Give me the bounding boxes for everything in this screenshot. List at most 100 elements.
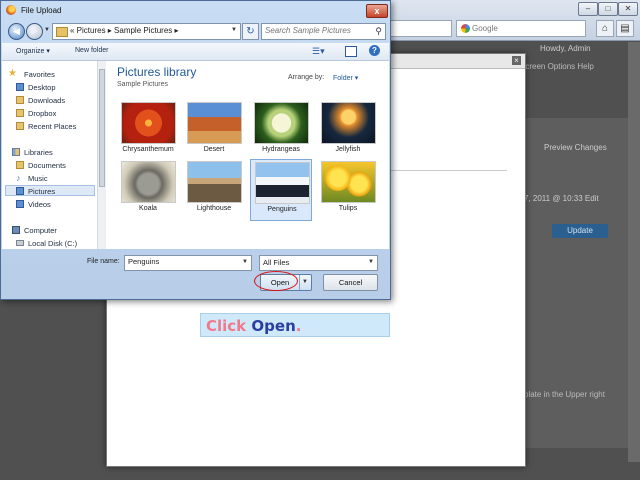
- instruction-callout: Click Open.: [200, 313, 390, 337]
- file-thumbnail[interactable]: Jellyfish: [317, 100, 379, 162]
- nav-pictures[interactable]: Pictures: [16, 187, 55, 196]
- file-name-label: Tulips: [338, 205, 358, 212]
- music-icon: ♪: [16, 173, 21, 183]
- file-thumbnail[interactable]: Desert: [183, 100, 245, 162]
- file-name-input[interactable]: [128, 257, 236, 266]
- arrange-by-label: Arrange by:: [288, 74, 325, 81]
- file-name-label: Koala: [139, 205, 157, 212]
- file-name-field-label: File name:: [87, 258, 120, 265]
- file-name-combobox[interactable]: ▼: [124, 255, 252, 271]
- address-path[interactable]: « Pictures ▸ Sample Pictures ▸: [70, 26, 179, 35]
- help-icon[interactable]: ?: [369, 45, 380, 56]
- file-upload-dialog: File Upload x ◀ ▶ ▼ « Pictures ▸ Sample …: [0, 0, 391, 300]
- dialog-close-button[interactable]: x: [366, 4, 388, 18]
- change-view-icon[interactable]: ☰▾: [312, 46, 325, 57]
- arrange-by-dropdown[interactable]: Folder ▾: [333, 74, 358, 82]
- organize-button[interactable]: Organize ▾: [16, 47, 50, 55]
- minimize-button[interactable]: –: [578, 2, 598, 16]
- hint-text: plate in the Upper right: [524, 390, 605, 399]
- dialog-body: ★ Favorites Desktop Downloads Dropbox Rec…: [2, 61, 389, 249]
- web-search-box[interactable]: Google: [456, 20, 586, 37]
- file-type-select[interactable]: All Files ▼: [259, 255, 378, 271]
- nav-scrollbar-thumb[interactable]: [99, 69, 105, 187]
- home-icon[interactable]: ⌂: [596, 20, 614, 37]
- screen-options-tabs[interactable]: Screen Options Help: [520, 62, 594, 71]
- file-name-label: Desert: [203, 146, 225, 153]
- admin-greeting[interactable]: Howdy, Admin: [540, 44, 591, 53]
- folder-icon: [56, 27, 68, 37]
- downloads-folder-icon: [16, 96, 24, 104]
- disk-icon: [16, 240, 24, 246]
- file-name-label: Jellyfish: [335, 146, 361, 153]
- file-type-value: All Files: [263, 258, 290, 267]
- cancel-button[interactable]: Cancel: [323, 274, 378, 291]
- nav-music[interactable]: ♪ Music: [16, 173, 48, 183]
- pictures-icon: [16, 187, 24, 195]
- search-box[interactable]: ⚲: [261, 23, 386, 40]
- google-icon: [461, 24, 470, 33]
- penguins-image: [255, 162, 310, 204]
- page-scrollbar[interactable]: [628, 42, 640, 462]
- dropbox-folder-icon: [16, 109, 24, 117]
- file-name-label: Lighthouse: [196, 205, 232, 212]
- navigation-pane: ★ Favorites Desktop Downloads Dropbox Rec…: [2, 61, 97, 249]
- dialog-footer: File name: ▼ All Files ▼ Open ▼ Cancel: [2, 250, 389, 298]
- url-bar[interactable]: [388, 20, 452, 37]
- nav-downloads[interactable]: Downloads: [16, 96, 65, 105]
- desktop-icon: [16, 83, 24, 91]
- instruction-period: .: [295, 317, 302, 335]
- videos-icon: [16, 200, 24, 208]
- libraries-icon: [12, 148, 20, 156]
- recent-pages-dropdown-icon[interactable]: ▼: [44, 27, 50, 33]
- instruction-click-word: Click: [206, 317, 247, 335]
- dialog-titlebar[interactable]: File Upload x: [1, 1, 390, 19]
- new-folder-button[interactable]: New folder: [75, 47, 108, 54]
- search-icon[interactable]: ⚲: [375, 26, 382, 37]
- search-input[interactable]: [265, 26, 370, 35]
- nav-recent-places[interactable]: Recent Places: [16, 122, 76, 131]
- recent-places-icon: [16, 122, 24, 130]
- address-bar[interactable]: « Pictures ▸ Sample Pictures ▸ ▼: [52, 23, 241, 40]
- hydrangeas-image: [254, 102, 309, 144]
- file-name-dropdown-icon[interactable]: ▼: [242, 259, 248, 265]
- refresh-icon[interactable]: ↻: [242, 23, 259, 40]
- file-name-label: Chrysanthemum: [122, 146, 174, 153]
- file-thumbnail[interactable]: Chrysanthemum: [117, 100, 179, 162]
- nav-local-disk[interactable]: Local Disk (C:): [16, 239, 77, 248]
- bookmark-icon[interactable]: ▤: [616, 20, 634, 37]
- firefox-icon: [6, 5, 16, 15]
- address-dropdown-icon[interactable]: ▼: [231, 27, 237, 33]
- file-thumbnail[interactable]: Lighthouse: [183, 159, 245, 221]
- forward-arrow-icon[interactable]: ▶: [26, 23, 43, 40]
- nav-desktop[interactable]: Desktop: [16, 83, 56, 92]
- close-window-button[interactable]: ✕: [618, 2, 638, 16]
- library-subtitle: Sample Pictures: [117, 81, 168, 88]
- nav-computer[interactable]: Computer: [12, 226, 57, 235]
- instruction-open-word: Open: [251, 317, 296, 335]
- lighthouse-image: [187, 161, 242, 203]
- file-type-dropdown-icon[interactable]: ▼: [368, 259, 374, 265]
- dialog-toolbar: Organize ▾ New folder ☰▾ ?: [2, 43, 389, 61]
- nav-libraries[interactable]: Libraries: [12, 148, 53, 157]
- file-thumbnail[interactable]: Tulips: [317, 159, 379, 221]
- nav-videos[interactable]: Videos: [16, 200, 51, 209]
- file-thumbnail[interactable]: Koala: [117, 159, 179, 221]
- modal-close-icon[interactable]: ×: [512, 56, 521, 65]
- files-pane: Pictures library Sample Pictures Arrange…: [106, 61, 389, 249]
- nav-dropbox[interactable]: Dropbox: [16, 109, 56, 118]
- nav-documents[interactable]: Documents: [16, 161, 66, 170]
- back-arrow-icon[interactable]: ◀: [8, 23, 25, 40]
- nav-favorites[interactable]: ★ Favorites: [8, 68, 55, 79]
- maximize-button[interactable]: □: [598, 2, 618, 16]
- library-title: Pictures library: [117, 65, 197, 79]
- open-options-dropdown-icon[interactable]: ▼: [302, 279, 308, 285]
- publish-date: 7, 2011 @ 10:33 Edit: [524, 194, 599, 203]
- open-highlight-circle: [254, 271, 298, 291]
- preview-changes-button[interactable]: Preview Changes: [544, 143, 607, 152]
- file-thumbnail-selected[interactable]: Penguins: [250, 159, 312, 221]
- update-button[interactable]: Update: [552, 224, 608, 238]
- dialog-nav-row: ◀ ▶ ▼ « Pictures ▸ Sample Pictures ▸ ▼ ↻…: [1, 20, 390, 42]
- preview-pane-icon[interactable]: [345, 46, 357, 57]
- file-thumbnail[interactable]: Hydrangeas: [250, 100, 312, 162]
- chrysanthemum-image: [121, 102, 176, 144]
